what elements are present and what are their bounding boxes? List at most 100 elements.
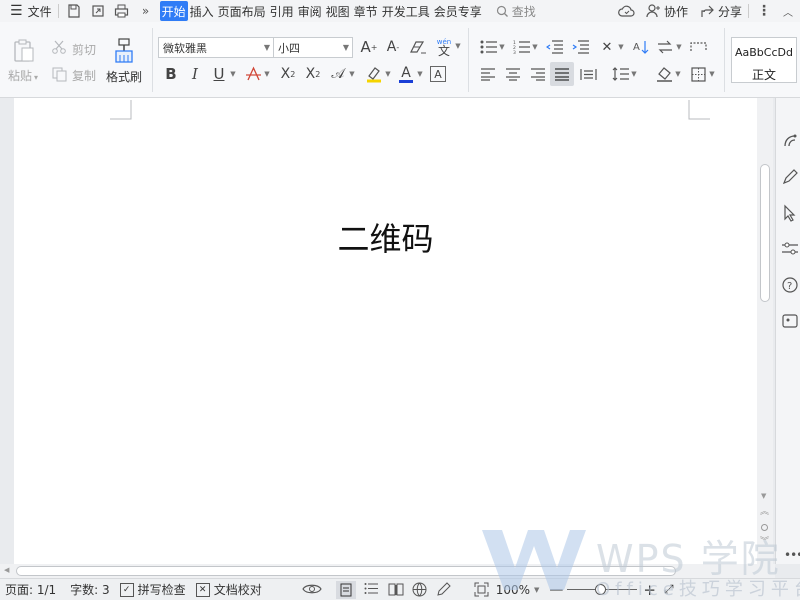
text-direction-icon[interactable] [655,37,675,57]
export-pdf-icon[interactable] [86,0,110,22]
style-normal[interactable]: AaBbCcDd 正文 [731,37,797,83]
cursor-select-icon[interactable] [781,204,799,222]
chevron-down-icon[interactable]: ▼ [263,69,271,79]
superscript-icon[interactable]: X2 [278,64,298,84]
collab-button[interactable]: 协作 [643,0,691,22]
chevron-down-icon[interactable]: ▼ [348,69,356,79]
more-chevron-icon[interactable]: » [134,0,158,22]
format-painter-icon[interactable] [112,38,136,64]
font-size-select[interactable]: 小四 ▼ [273,37,353,58]
chevron-down-icon[interactable]: ▼ [416,69,424,79]
borders-icon[interactable] [689,65,707,83]
more-tools-icon[interactable]: ••• [784,548,800,562]
shading-icon[interactable] [654,64,674,84]
format-painter-label[interactable]: 格式刷 [106,68,142,85]
clear-format-icon[interactable] [408,38,428,56]
document-heading[interactable]: 二维码 [14,214,757,260]
vertical-scroll-thumb[interactable] [760,164,770,302]
collapse-ribbon-icon[interactable]: ︿ [776,0,800,22]
decrease-indent-icon[interactable] [544,38,564,56]
copy-icon[interactable] [50,66,68,82]
web-view-icon[interactable] [412,582,428,598]
show-marks-icon[interactable] [688,37,708,57]
text-effect-icon[interactable]: 𝒜 [329,64,347,84]
chevron-down-icon[interactable]: ▼ [534,586,539,594]
tab-home[interactable]: 开始 [159,1,188,21]
search-box[interactable]: 查找 [496,3,536,20]
chevron-down-icon[interactable]: ▼ [617,42,625,52]
chevron-down-icon[interactable]: ▼ [384,69,392,79]
outline-view-icon[interactable] [364,582,380,598]
grow-font-icon[interactable]: A + [360,38,378,56]
cut-label[interactable]: 剪切 [72,41,96,58]
font-color-icon[interactable]: A [397,64,415,84]
shrink-font-icon[interactable]: A- [384,38,402,56]
align-center-icon[interactable] [503,65,523,83]
numbered-list-icon[interactable]: 123 [511,38,531,56]
document-page[interactable]: 二维码 [14,98,757,564]
scroll-down-icon[interactable]: ▼ [761,492,766,500]
select-browse-icon[interactable] [761,524,768,531]
prev-page-icon[interactable]: ︽ [760,508,769,517]
chevron-down-icon[interactable]: ▼ [675,42,683,52]
chevron-down-icon[interactable]: ▼ [531,42,539,52]
zoom-slider-thumb[interactable] [595,583,607,595]
increase-indent-icon[interactable] [570,38,590,56]
tab-developer[interactable]: 开发工具 [380,1,432,21]
word-count[interactable]: 字数: 3 [70,581,110,598]
tab-review[interactable]: 审阅 [296,1,324,21]
ai-assistant-icon[interactable] [781,132,799,150]
tab-page-layout[interactable]: 页面布局 [216,1,268,21]
copy-label[interactable]: 复制 [72,67,96,84]
zoom-out-icon[interactable]: — [549,582,563,598]
font-name-select[interactable]: 微软雅黑 ▼ [158,37,274,58]
tab-section[interactable]: 章节 [352,1,380,21]
help-icon[interactable]: ? [781,276,799,294]
chevron-down-icon[interactable]: ▼ [229,69,237,79]
print-icon[interactable] [110,0,134,22]
chevron-down-icon[interactable]: ▼ [708,69,716,79]
image-tool-icon[interactable] [781,312,799,330]
justify-icon[interactable] [550,62,574,86]
page-view-icon[interactable] [335,580,356,599]
bullet-list-icon[interactable] [478,38,498,56]
fit-page-icon[interactable] [474,582,490,598]
phonetic-guide-icon[interactable]: wén 文 [433,37,455,57]
underline-icon[interactable]: U [210,64,228,84]
strikethrough-icon[interactable] [243,64,263,84]
distribute-icon[interactable] [578,65,598,83]
italic-icon[interactable]: I [186,64,204,84]
zoom-in-icon[interactable]: + [643,581,656,599]
tab-insert[interactable]: 插入 [188,1,216,21]
spell-check-button[interactable]: ✓ 拼写检查 [119,581,186,598]
chevron-down-icon[interactable]: ▼ [498,42,506,52]
share-button[interactable]: 分享 [697,0,745,22]
highlight-icon[interactable] [364,64,384,84]
chevron-down-icon[interactable]: ▼ [674,69,682,79]
paste-button[interactable]: 粘贴 ▾ [8,67,38,84]
tab-view[interactable]: 视图 [324,1,352,21]
line-spacing-icon[interactable] [610,65,630,83]
sort-icon[interactable]: A [631,37,651,57]
horizontal-scrollbar[interactable]: ◀ [0,564,775,578]
chevron-down-icon[interactable]: ▼ [454,41,462,51]
pen-icon[interactable] [781,168,799,186]
tab-member[interactable]: 会员专享 [432,1,484,21]
align-right-icon[interactable] [528,65,548,83]
chinese-layout-icon[interactable]: ✕ [596,37,618,57]
cut-icon[interactable] [50,39,68,55]
align-left-icon[interactable] [478,65,498,83]
file-menu[interactable]: ☰ 文件 [0,0,55,22]
write-mode-icon[interactable] [436,581,452,598]
tab-references[interactable]: 引用 [268,1,296,21]
zoom-level[interactable]: 100% [496,583,530,597]
more-options-icon[interactable]: ⋮ [752,0,776,22]
adjust-settings-icon[interactable] [781,240,799,258]
eye-protection-icon[interactable] [302,582,322,598]
reading-view-icon[interactable] [388,582,404,598]
next-page-icon[interactable]: ︾ [760,538,769,547]
horizontal-scroll-thumb[interactable] [16,566,676,576]
chevron-down-icon[interactable]: ▼ [630,69,638,79]
fullscreen-icon[interactable]: ⤢ [664,582,674,597]
scroll-left-icon[interactable]: ◀ [4,566,9,574]
